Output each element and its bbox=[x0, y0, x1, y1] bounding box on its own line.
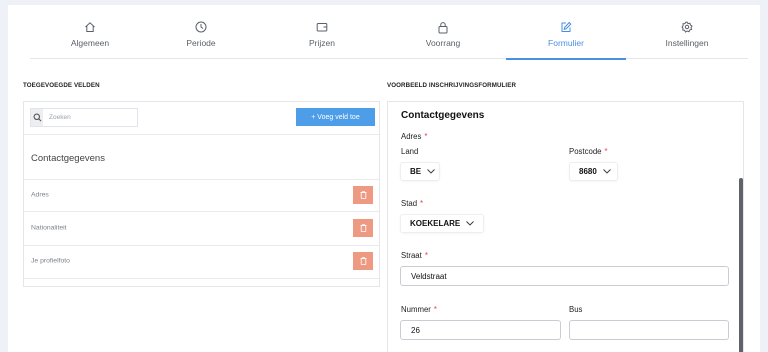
field-name: Nationaliteit bbox=[31, 224, 67, 232]
straat-label: Straat * bbox=[401, 251, 428, 260]
tab-periode[interactable]: Periode bbox=[141, 21, 261, 59]
field-name: Adres bbox=[31, 191, 49, 199]
tab-prijzen[interactable]: Prijzen bbox=[262, 21, 382, 59]
postcode-label: Postcode * bbox=[569, 147, 608, 156]
delete-button[interactable] bbox=[353, 219, 373, 237]
field-row-nationaliteit[interactable]: Nationaliteit bbox=[24, 212, 379, 244]
bus-input[interactable] bbox=[569, 320, 729, 340]
land-label: Land bbox=[401, 147, 419, 156]
form-title: Contactgegevens bbox=[401, 110, 485, 121]
chevron-down-icon bbox=[466, 219, 475, 228]
stad-label: Stad * bbox=[401, 199, 424, 208]
tab-formulier[interactable]: Formulier bbox=[506, 21, 626, 60]
trash-icon bbox=[360, 257, 366, 265]
add-field-button[interactable]: + Voeg veld toe bbox=[296, 108, 375, 126]
wallet-icon bbox=[262, 21, 382, 35]
bus-label: Bus bbox=[569, 305, 583, 314]
added-fields-panel: + Voeg veld toe Contactgegevens Adres Na… bbox=[23, 101, 380, 287]
tab-label: Algemeen bbox=[70, 38, 110, 48]
chevron-down-icon bbox=[427, 167, 435, 176]
tab-label: Instellingen bbox=[665, 38, 709, 48]
divider bbox=[24, 134, 379, 135]
tab-instellingen[interactable]: Instellingen bbox=[627, 21, 747, 59]
nummer-input[interactable]: 26 bbox=[400, 320, 561, 340]
search-input[interactable] bbox=[43, 109, 137, 126]
home-icon bbox=[30, 21, 150, 35]
delete-button[interactable] bbox=[353, 186, 373, 204]
adres-label: Adres * bbox=[401, 132, 428, 141]
straat-input[interactable]: Veldstraat bbox=[400, 266, 729, 286]
tab-voorrang[interactable]: Voorrang bbox=[383, 21, 503, 59]
group-title: Contactgegevens bbox=[31, 153, 105, 164]
tab-label: Formulier bbox=[548, 38, 584, 48]
land-select[interactable]: BE bbox=[401, 163, 439, 180]
trash-icon bbox=[360, 224, 366, 232]
lock-icon bbox=[383, 21, 503, 35]
divider bbox=[24, 278, 379, 279]
nummer-label: Nummer * bbox=[401, 305, 437, 314]
right-section-title: VOORBEELD INSCHRIJVINGSFORMULIER bbox=[387, 82, 517, 89]
edit-icon bbox=[506, 21, 626, 35]
search-icon[interactable] bbox=[31, 109, 43, 126]
tab-label: Prijzen bbox=[309, 38, 335, 48]
left-section-title: TOEGEVOEGDE VELDEN bbox=[23, 82, 100, 89]
field-row-profielfoto[interactable]: Je profielfoto bbox=[24, 245, 379, 277]
tab-algemeen[interactable]: Algemeen bbox=[30, 21, 150, 59]
tab-label: Periode bbox=[186, 38, 216, 48]
delete-button[interactable] bbox=[353, 252, 373, 270]
gear-icon bbox=[627, 21, 747, 35]
stad-select[interactable]: KOEKELARE bbox=[401, 215, 483, 232]
field-name: Je profielfoto bbox=[31, 257, 70, 265]
chevron-down-icon bbox=[602, 167, 611, 176]
postcode-select[interactable]: 8680 bbox=[570, 163, 617, 180]
trash-icon bbox=[360, 191, 366, 199]
clock-icon bbox=[141, 21, 261, 35]
field-row-adres[interactable]: Adres bbox=[24, 179, 379, 211]
form-preview-panel: Contactgegevens Adres * Land BE Postcode *… bbox=[387, 101, 744, 352]
scrollbar[interactable] bbox=[739, 178, 743, 352]
search-box bbox=[30, 108, 138, 127]
tab-bar: Algemeen Periode Prijzen Voorrang Formul… bbox=[30, 21, 748, 60]
tab-label: Voorrang bbox=[425, 38, 461, 48]
